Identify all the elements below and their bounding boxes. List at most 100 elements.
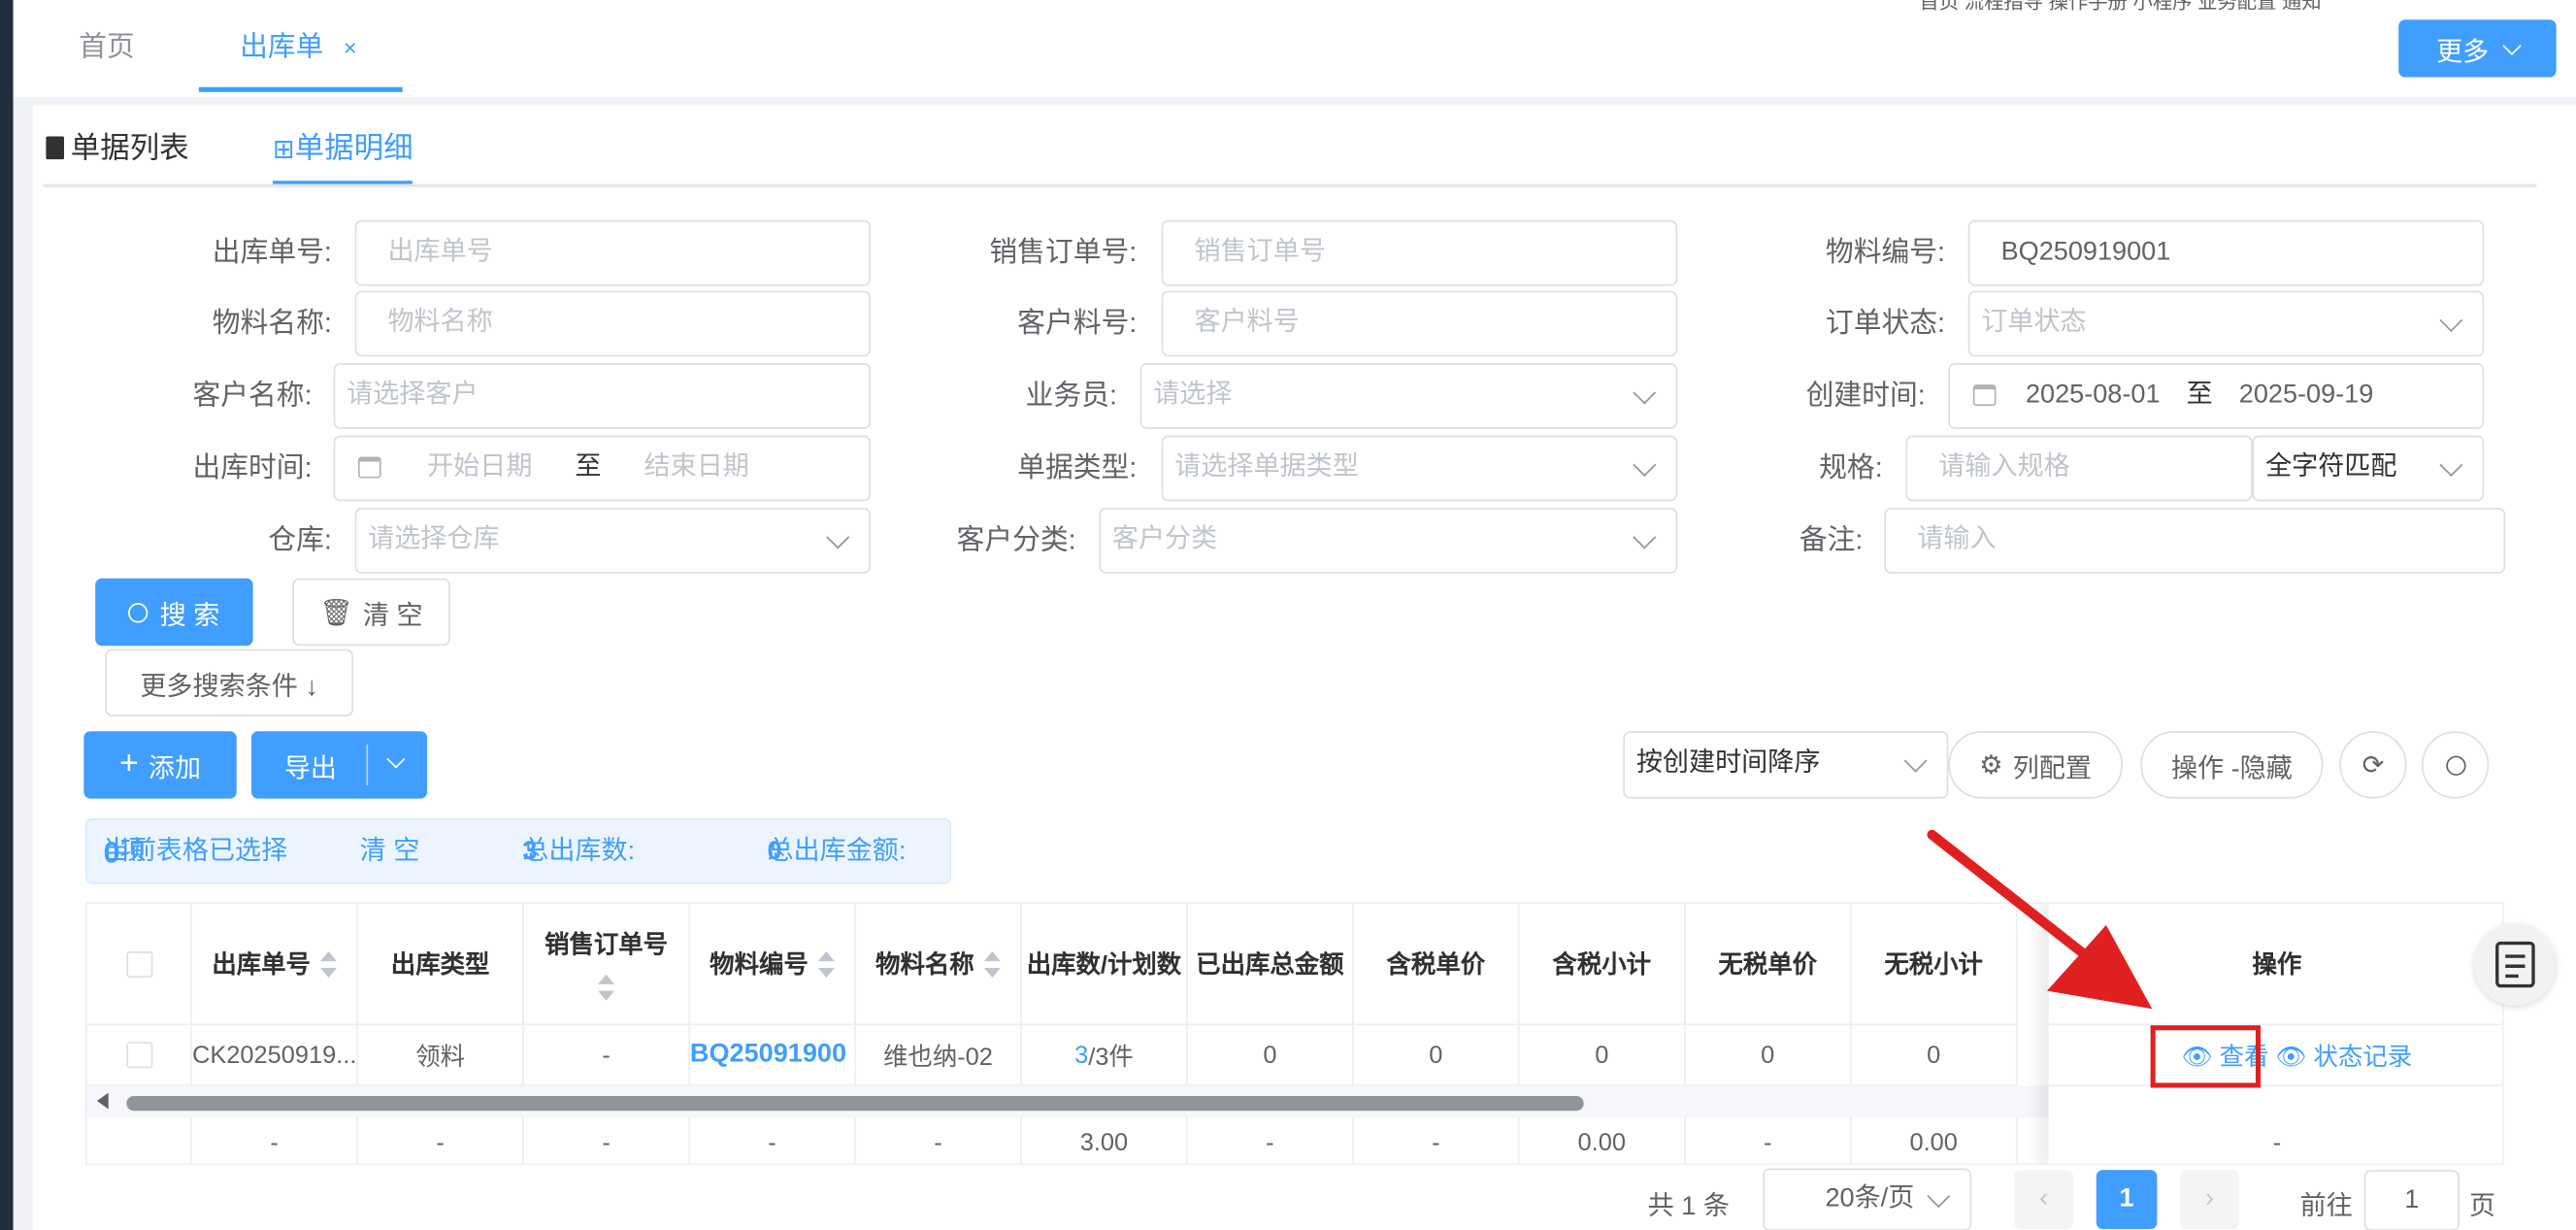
goto-suffix: 页: [2468, 1192, 2496, 1221]
remark-input[interactable]: 请输入: [1884, 508, 2506, 574]
document-float-button[interactable]: [2474, 923, 2557, 1006]
search-icon: [128, 602, 149, 622]
doc-type-select[interactable]: 请选择单据类型: [1161, 435, 1678, 502]
cell-sales-order: -: [523, 1025, 690, 1086]
chevron-down-icon: [1633, 525, 1657, 549]
trash-icon: 🗑: [319, 598, 353, 627]
selected-count-text: 当前表格已选择 0 项: [103, 836, 288, 870]
col-material-code[interactable]: 物料编号: [689, 903, 856, 1026]
qty-done-link[interactable]: 3: [1074, 1041, 1088, 1069]
clear-selection-link[interactable]: 清 空: [360, 820, 420, 886]
page-number-current[interactable]: 1: [2096, 1170, 2158, 1230]
spec-match-select[interactable]: 全字符匹配: [2252, 435, 2485, 502]
eye-icon: 👁: [2275, 1042, 2307, 1071]
search-button[interactable]: 搜 索: [95, 578, 253, 647]
subtab-divider: [43, 183, 2537, 187]
cell-qty: 3/3件: [1021, 1025, 1188, 1086]
col-shipped-amount: 已出库总金额: [1187, 903, 1354, 1026]
footer-cell: -: [192, 1116, 358, 1164]
refresh-icon[interactable]: ⟳: [2339, 731, 2407, 799]
next-page-button[interactable]: ›: [2180, 1170, 2240, 1230]
cell-notax-price: 0: [1685, 1025, 1852, 1086]
chevron-down-icon: [826, 525, 850, 549]
label-spec: 规格:: [1819, 451, 1883, 483]
more-button[interactable]: 更多: [2398, 19, 2557, 78]
footer-cell: -: [1353, 1116, 1520, 1164]
cell-material-name: 维也纳-02: [855, 1025, 1022, 1086]
sort-select[interactable]: 按创建时间降序: [1623, 731, 1949, 799]
create-time-range[interactable]: 2025-08-01 至 2025-09-19: [1948, 363, 2485, 429]
clear-button[interactable]: 🗑 清 空: [292, 578, 450, 647]
customer-category-select[interactable]: 客户分类: [1099, 508, 1678, 574]
label-create-time: 创建时间:: [1805, 379, 1926, 412]
salesperson-select[interactable]: 请选择: [1139, 363, 1678, 429]
operation-hide-button[interactable]: 操作 -隐藏: [2140, 731, 2324, 799]
row-checkbox[interactable]: [125, 1042, 152, 1069]
column-config-button[interactable]: ⚙ 列配置: [1948, 731, 2123, 799]
close-icon[interactable]: ×: [344, 35, 357, 61]
label-salesperson: 业务员:: [1025, 379, 1117, 412]
warehouse-select[interactable]: 请选择仓库: [354, 508, 872, 574]
subtab-list[interactable]: 单据列表: [46, 125, 189, 184]
left-sidebar-strip: [0, 0, 14, 1230]
goto-page-input[interactable]: 1: [2363, 1170, 2460, 1230]
tab-home[interactable]: 首页: [79, 23, 135, 92]
chevron-down-icon: [1927, 1184, 1951, 1209]
footer-cell: -: [1685, 1116, 1852, 1164]
pagination-total: 共 1 条: [1647, 1192, 1730, 1221]
scrollbar-thumb[interactable]: [126, 1095, 1584, 1112]
material-name-input[interactable]: 物料名称: [354, 290, 872, 357]
sort-icon[interactable]: [320, 950, 337, 978]
tab-outbound[interactable]: 出库单 ×: [198, 23, 403, 92]
select-all-checkbox[interactable]: [125, 950, 152, 978]
sort-icon[interactable]: [983, 950, 1001, 978]
calendar-icon: [357, 456, 381, 479]
search-icon[interactable]: [2421, 731, 2490, 799]
material-code-input[interactable]: BQ250919001: [1967, 219, 2485, 286]
chevron-down-icon: [1633, 453, 1657, 477]
label-warehouse: 仓库:: [268, 523, 332, 556]
outbound-no-input[interactable]: 出库单号: [354, 219, 872, 286]
customer-name-select[interactable]: 请选择客户: [333, 363, 872, 429]
outbound-time-range[interactable]: 开始日期至结束日期: [333, 435, 872, 502]
more-conditions-button[interactable]: 更多搜索条件 ↓: [105, 648, 353, 716]
export-button[interactable]: 导出: [250, 731, 428, 799]
cell-outbound-no: CK20250919...: [192, 1025, 358, 1086]
label-customer-part-no: 客户料号:: [1017, 307, 1138, 339]
cell-material-code-link[interactable]: BQ25091900: [689, 1025, 856, 1086]
order-status-select[interactable]: 订单状态: [1967, 290, 2485, 357]
footer-cell: -: [357, 1116, 524, 1164]
footer-cell-operations: -: [2048, 1116, 2502, 1164]
footer-cell: [86, 1116, 193, 1164]
customer-part-no-input[interactable]: 客户料号: [1161, 290, 1678, 357]
grid-icon: ⊞: [272, 136, 295, 165]
col-outbound-type: 出库类型: [357, 903, 524, 1026]
prev-page-button[interactable]: ‹: [2014, 1170, 2074, 1230]
sales-order-no-input[interactable]: 销售订单号: [1161, 219, 1678, 286]
col-material-name[interactable]: 物料名称: [855, 903, 1022, 1026]
footer-cell: -: [689, 1116, 856, 1164]
annotation-arrow: [1927, 829, 2153, 1010]
top-navigation: 首页 流程指导 操作手册 小程序 业务配置 通知 首页 出库单 ×: [13, 0, 2576, 102]
label-customer-category: 客户分类:: [956, 523, 1076, 556]
status-record-link[interactable]: 👁 状态记录: [2275, 1038, 2412, 1073]
plus-icon: +: [118, 746, 139, 782]
spec-input[interactable]: 请输入规格: [1905, 435, 2253, 502]
top-links[interactable]: 首页 流程指导 操作手册 小程序 业务配置 通知: [1920, 0, 2322, 15]
label-doc-type: 单据类型:: [1017, 451, 1138, 483]
col-sales-order[interactable]: 销售订单号: [523, 903, 690, 1026]
chevron-down-icon[interactable]: [386, 749, 406, 769]
page-size-select[interactable]: 20条/页: [1763, 1168, 1972, 1230]
selection-info-bar: 当前表格已选择 0 项 清 空 总出库数: 3 总出库金额: 0: [85, 817, 952, 886]
app-root: 首页 流程指导 操作手册 小程序 业务配置 通知 首页 出库单 × 更多 单据列表…: [0, 0, 2576, 1230]
label-order-status: 订单状态:: [1825, 307, 1946, 339]
sort-icon[interactable]: [817, 950, 835, 978]
col-tax-subtotal: 含税小计: [1519, 903, 1686, 1026]
subtab-detail[interactable]: ⊞单据明细: [272, 125, 413, 184]
add-button[interactable]: + 添加: [83, 731, 237, 799]
col-outbound-no[interactable]: 出库单号: [192, 903, 358, 1026]
gear-icon: ⚙: [1979, 751, 2003, 781]
scroll-left-icon[interactable]: [96, 1092, 109, 1110]
sort-icon[interactable]: [598, 974, 615, 1001]
footer-cell: -: [1187, 1116, 1354, 1164]
